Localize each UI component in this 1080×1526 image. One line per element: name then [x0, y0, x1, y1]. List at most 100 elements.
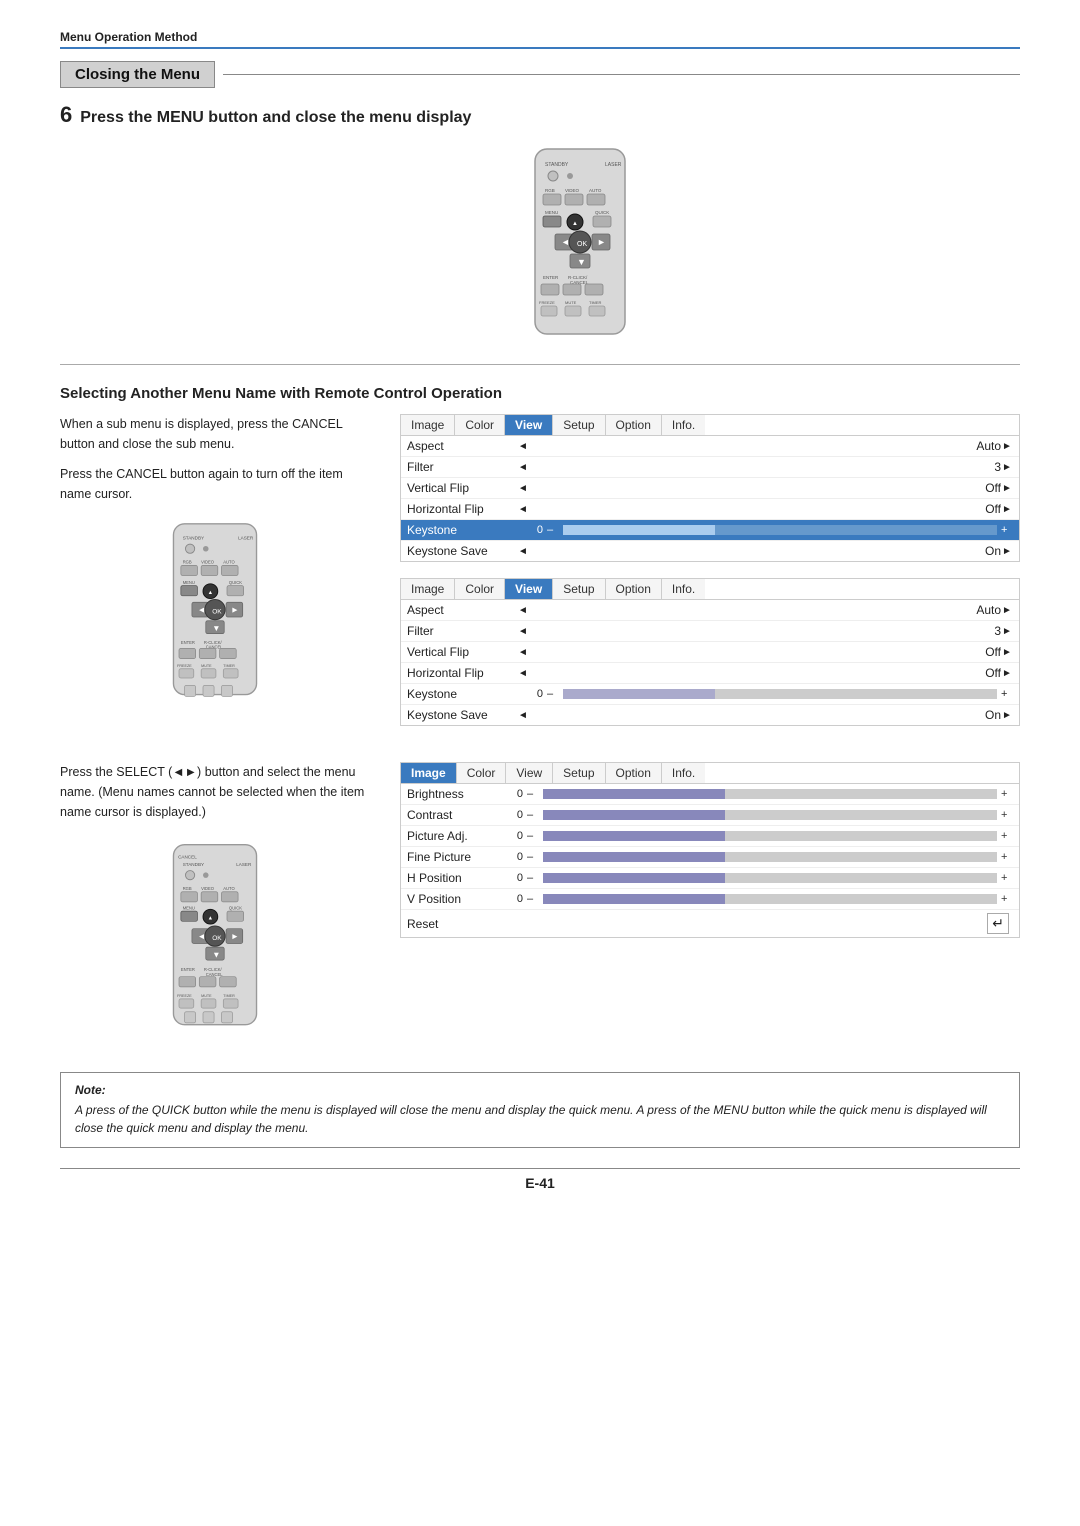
menu-row-filter-2: Filter ◄ 3 ► — [401, 621, 1019, 642]
tab-view-main: View — [506, 763, 553, 783]
tab-image-main: Image — [401, 763, 457, 783]
left-col-2: Press the SELECT (◄►) button and select … — [60, 762, 370, 1042]
closing-menu-line — [223, 74, 1020, 75]
note-label: Note: — [75, 1083, 1005, 1097]
tab-color-main: Color — [457, 763, 507, 783]
svg-text:FREEZE: FREEZE — [177, 994, 192, 998]
svg-text:ENTER: ENTER — [543, 275, 559, 280]
page-container: Menu Operation Method Closing the Menu 6… — [0, 0, 1080, 1251]
step-heading: 6 Press the MENU button and close the me… — [60, 102, 1020, 128]
tab-setup-2: Setup — [553, 579, 605, 599]
page-number: E-41 — [60, 1168, 1020, 1191]
tab-view-1: View — [505, 415, 553, 435]
menu-ui-image: Image Color View Setup Option Info. Brig… — [400, 762, 1020, 938]
tab-image-1: Image — [401, 415, 455, 435]
svg-text:▲: ▲ — [208, 915, 213, 921]
svg-text:VIDEO: VIDEO — [201, 560, 215, 565]
menu-tabs-image: Image Color View Setup Option Info. — [401, 763, 1019, 784]
svg-text:MENU: MENU — [183, 580, 195, 585]
svg-text:LASER: LASER — [236, 862, 252, 867]
remote-svg-2: STANDBY LASER RGB VIDEO AUTO MENU QUICK … — [155, 514, 275, 709]
svg-text:MENU: MENU — [545, 210, 558, 215]
svg-text:RGB: RGB — [183, 560, 192, 565]
svg-text:OK: OK — [212, 608, 222, 615]
selecting-section-title: Selecting Another Menu Name with Remote … — [60, 385, 1020, 402]
tab-color-1: Color — [455, 415, 505, 435]
right-col-2: Image Color View Setup Option Info. Brig… — [400, 762, 1020, 1042]
svg-text:►: ► — [597, 237, 606, 247]
two-col-2: Press the SELECT (◄►) button and select … — [60, 762, 1020, 1042]
menu-tabs-2: Image Color View Setup Option Info. — [401, 579, 1019, 600]
svg-text:RGB: RGB — [183, 886, 192, 891]
svg-text:OK: OK — [212, 935, 222, 942]
svg-text:QUICK: QUICK — [229, 580, 242, 585]
menu-row-vflip-1: Vertical Flip ◄ Off ► — [401, 478, 1019, 499]
menu-ui-view-2: Image Color View Setup Option Info. Aspe… — [400, 578, 1020, 726]
menu-tabs-1: Image Color View Setup Option Info. — [401, 415, 1019, 436]
body-text-3: Press the SELECT (◄►) button and select … — [60, 762, 370, 822]
left-col-1: When a sub menu is displayed, press the … — [60, 414, 370, 742]
closing-menu-label: Closing the Menu — [60, 61, 215, 88]
menu-ui-view-1: Image Color View Setup Option Info. Aspe… — [400, 414, 1020, 562]
step-number: 6 — [60, 102, 72, 128]
svg-text:QUICK: QUICK — [229, 905, 242, 910]
menu-row-filter-1: Filter ◄ 3 ► — [401, 457, 1019, 478]
svg-text:FREEZE: FREEZE — [177, 664, 192, 668]
tab-option-2: Option — [606, 579, 662, 599]
svg-text:STANDBY: STANDBY — [545, 162, 569, 168]
svg-text:AUTO: AUTO — [589, 188, 602, 193]
menu-row-picture-adj: Picture Adj. 0 – + — [401, 826, 1019, 847]
closing-menu-bar: Closing the Menu — [60, 61, 1020, 88]
body-text-2: Press the CANCEL button again to turn of… — [60, 464, 370, 504]
section-divider-1 — [60, 364, 1020, 365]
svg-text:▼: ▼ — [577, 257, 586, 267]
svg-text:MUTE: MUTE — [201, 664, 212, 668]
menu-row-fine-picture: Fine Picture 0 – + — [401, 847, 1019, 868]
svg-text:ENTER: ENTER — [181, 967, 195, 972]
menu-row-aspect-2: Aspect ◄ Auto ► — [401, 600, 1019, 621]
step-text: Press the MENU button and close the menu… — [80, 109, 471, 127]
tab-info-main: Info. — [662, 763, 705, 783]
menu-row-keystonesave-1: Keystone Save ◄ On ► — [401, 541, 1019, 561]
menu-row-vflip-2: Vertical Flip ◄ Off ► — [401, 642, 1019, 663]
svg-text:▲: ▲ — [572, 221, 578, 227]
svg-text:VIDEO: VIDEO — [201, 886, 215, 891]
svg-text:▲: ▲ — [208, 590, 213, 596]
tab-info-2: Info. — [662, 579, 705, 599]
svg-text:TIMER: TIMER — [589, 300, 602, 305]
tab-view-2: View — [505, 579, 553, 599]
tab-color-2: Color — [455, 579, 505, 599]
two-col-1: When a sub menu is displayed, press the … — [60, 414, 1020, 742]
svg-text:TIMER: TIMER — [223, 994, 235, 998]
svg-text:LASER: LASER — [238, 536, 254, 541]
menu-row-contrast: Contrast 0 – + — [401, 805, 1019, 826]
svg-text:CANCEL: CANCEL — [206, 972, 223, 977]
svg-text:AUTO: AUTO — [223, 560, 235, 565]
svg-text:CANCEL: CANCEL — [178, 855, 197, 860]
svg-text:AUTO: AUTO — [223, 886, 235, 891]
svg-text:MENU: MENU — [183, 905, 195, 910]
svg-text:►: ► — [231, 931, 239, 941]
svg-text:ENTER: ENTER — [181, 640, 195, 645]
menu-row-keystone-2: Keystone 0 – + — [401, 684, 1019, 705]
svg-text:RGB: RGB — [545, 188, 555, 193]
menu-row-brightness: Brightness 0 – + — [401, 784, 1019, 805]
section-header: Menu Operation Method — [60, 30, 1020, 49]
note-box: Note: A press of the QUICK button while … — [60, 1072, 1020, 1148]
svg-text:STANDBY: STANDBY — [183, 536, 204, 541]
svg-text:TIMER: TIMER — [223, 664, 235, 668]
header-section-label: Menu Operation Method — [60, 30, 197, 44]
tab-image-2: Image — [401, 579, 455, 599]
tab-option-main: Option — [606, 763, 662, 783]
svg-text:MUTE: MUTE — [565, 300, 577, 305]
menu-row-keystone-1: Keystone 0 – + — [401, 520, 1019, 541]
right-col-1: Image Color View Setup Option Info. Aspe… — [400, 414, 1020, 742]
svg-text:▼: ▼ — [212, 623, 220, 633]
svg-text:MUTE: MUTE — [201, 994, 212, 998]
svg-text:▼: ▼ — [212, 949, 220, 959]
menu-row-hflip-1: Horizontal Flip ◄ Off ► — [401, 499, 1019, 520]
svg-text:STANDBY: STANDBY — [183, 862, 204, 867]
tab-info-1: Info. — [662, 415, 705, 435]
menu-row-h-position: H Position 0 – + — [401, 868, 1019, 889]
remote-container-1: STANDBY LASER RGB VIDEO AUTO MENU QUICK … — [140, 144, 1020, 344]
